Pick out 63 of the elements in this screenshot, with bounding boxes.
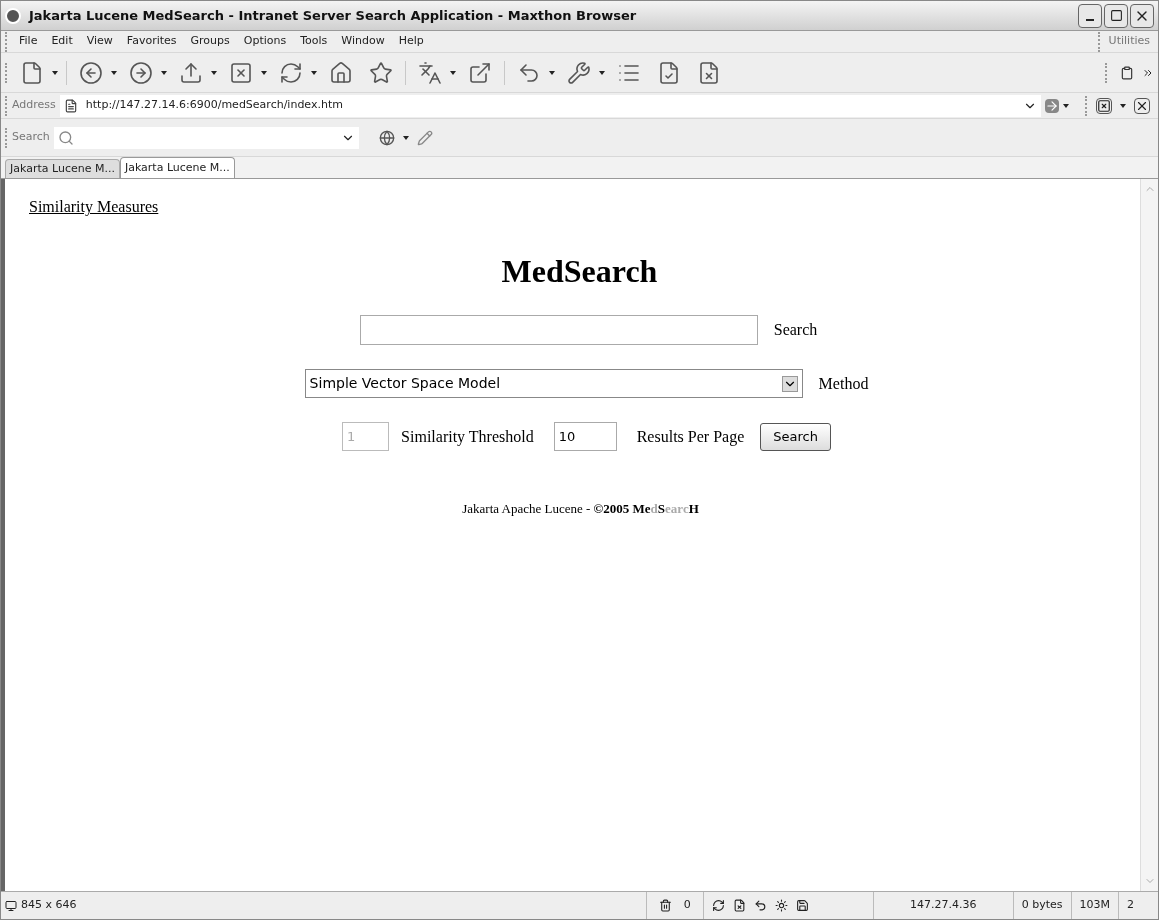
dropdown-arrow-icon[interactable] xyxy=(450,70,456,75)
dropdown-arrow-icon[interactable] xyxy=(1063,103,1069,108)
window-title: Jakarta Lucene MedSearch - Intranet Server Search Application - Maxthon Browser xyxy=(29,6,637,25)
address-label: Address xyxy=(12,97,56,114)
sun-icon[interactable] xyxy=(774,899,788,912)
dropdown-arrow-icon[interactable] xyxy=(261,70,267,75)
search-label: Search xyxy=(12,129,50,146)
dropdown-arrow-icon[interactable] xyxy=(111,70,117,75)
dropdown-arrow-icon[interactable] xyxy=(211,70,217,75)
results-per-page-label: Results Per Page xyxy=(636,426,745,448)
menu-item[interactable]: Edit xyxy=(44,33,80,50)
globe-icon[interactable] xyxy=(378,129,395,146)
search-field-label: Search xyxy=(773,320,818,340)
minimize-button[interactable] xyxy=(1078,3,1102,28)
dropdown-arrow-icon[interactable] xyxy=(549,70,555,75)
address-field[interactable]: http://147.27.14.6:6900/medSearch/index.htm xyxy=(59,94,1041,117)
page-heading: MedSearch xyxy=(501,252,658,291)
menu-item[interactable]: Options xyxy=(236,33,294,50)
similarity-measures-link[interactable]: Similarity Measures xyxy=(29,195,159,219)
dropdown-icon[interactable] xyxy=(781,375,798,392)
clipboard-icon[interactable] xyxy=(1120,65,1134,80)
dropdown-arrow-icon[interactable] xyxy=(402,135,409,140)
menu-item[interactable]: Help xyxy=(391,33,431,50)
maximize-icon xyxy=(1109,9,1123,22)
dropdown-arrow-icon[interactable] xyxy=(1120,103,1126,108)
close-tab-icon[interactable] xyxy=(1096,97,1112,114)
maximize-button[interactable] xyxy=(1104,3,1128,28)
threshold-label: Similarity Threshold xyxy=(401,426,534,448)
footer-text: Jakarta Apache Lucene - ©2005 MedSearcH xyxy=(462,500,699,518)
tab-count-text: 2 xyxy=(1127,897,1134,914)
menu-item[interactable]: Tools xyxy=(293,33,335,50)
window-size-text: 845 x 646 xyxy=(21,897,77,914)
app-icon xyxy=(5,7,21,24)
ip-address-text: 147.27.4.36 xyxy=(909,897,977,914)
trash-icon xyxy=(658,899,672,912)
dropdown-arrow-icon[interactable] xyxy=(599,70,605,75)
menu-item[interactable]: View xyxy=(79,33,120,50)
close-icon[interactable] xyxy=(1134,97,1150,114)
query-input-field[interactable] xyxy=(359,315,758,345)
save-icon[interactable] xyxy=(795,899,809,912)
method-label: Method xyxy=(818,373,869,394)
menu-item[interactable]: Window xyxy=(334,33,392,50)
dropdown-arrow-icon[interactable] xyxy=(52,70,58,75)
method-select[interactable]: Simple Vector Space Model xyxy=(304,369,803,398)
dropdown-arrow-icon[interactable] xyxy=(311,70,317,75)
utilities-menu[interactable]: Utilities xyxy=(1104,33,1154,50)
menu-item[interactable]: Favorites xyxy=(119,33,184,50)
refresh-icon[interactable] xyxy=(711,899,725,912)
menu-item[interactable]: Groups xyxy=(183,33,237,50)
bytes-text: 0 bytes xyxy=(1021,897,1063,914)
highlighter-icon[interactable] xyxy=(416,129,433,146)
results-per-page-input-field[interactable]: 10 xyxy=(553,422,617,451)
search-field[interactable] xyxy=(53,126,359,149)
minimize-icon xyxy=(1086,18,1094,21)
menu-item[interactable]: File xyxy=(12,33,45,50)
memory-text: 103M xyxy=(1079,897,1110,914)
search-button[interactable]: Search xyxy=(760,422,831,451)
search-icon xyxy=(57,129,74,146)
dropdown-arrow-icon[interactable] xyxy=(161,70,167,75)
browser-tab[interactable]: Jakarta Lucene M... xyxy=(119,157,235,178)
close-button[interactable] xyxy=(1130,3,1154,28)
browser-tab[interactable]: Jakarta Lucene M... xyxy=(5,159,120,178)
blocked-count-text: 0 xyxy=(683,897,691,914)
